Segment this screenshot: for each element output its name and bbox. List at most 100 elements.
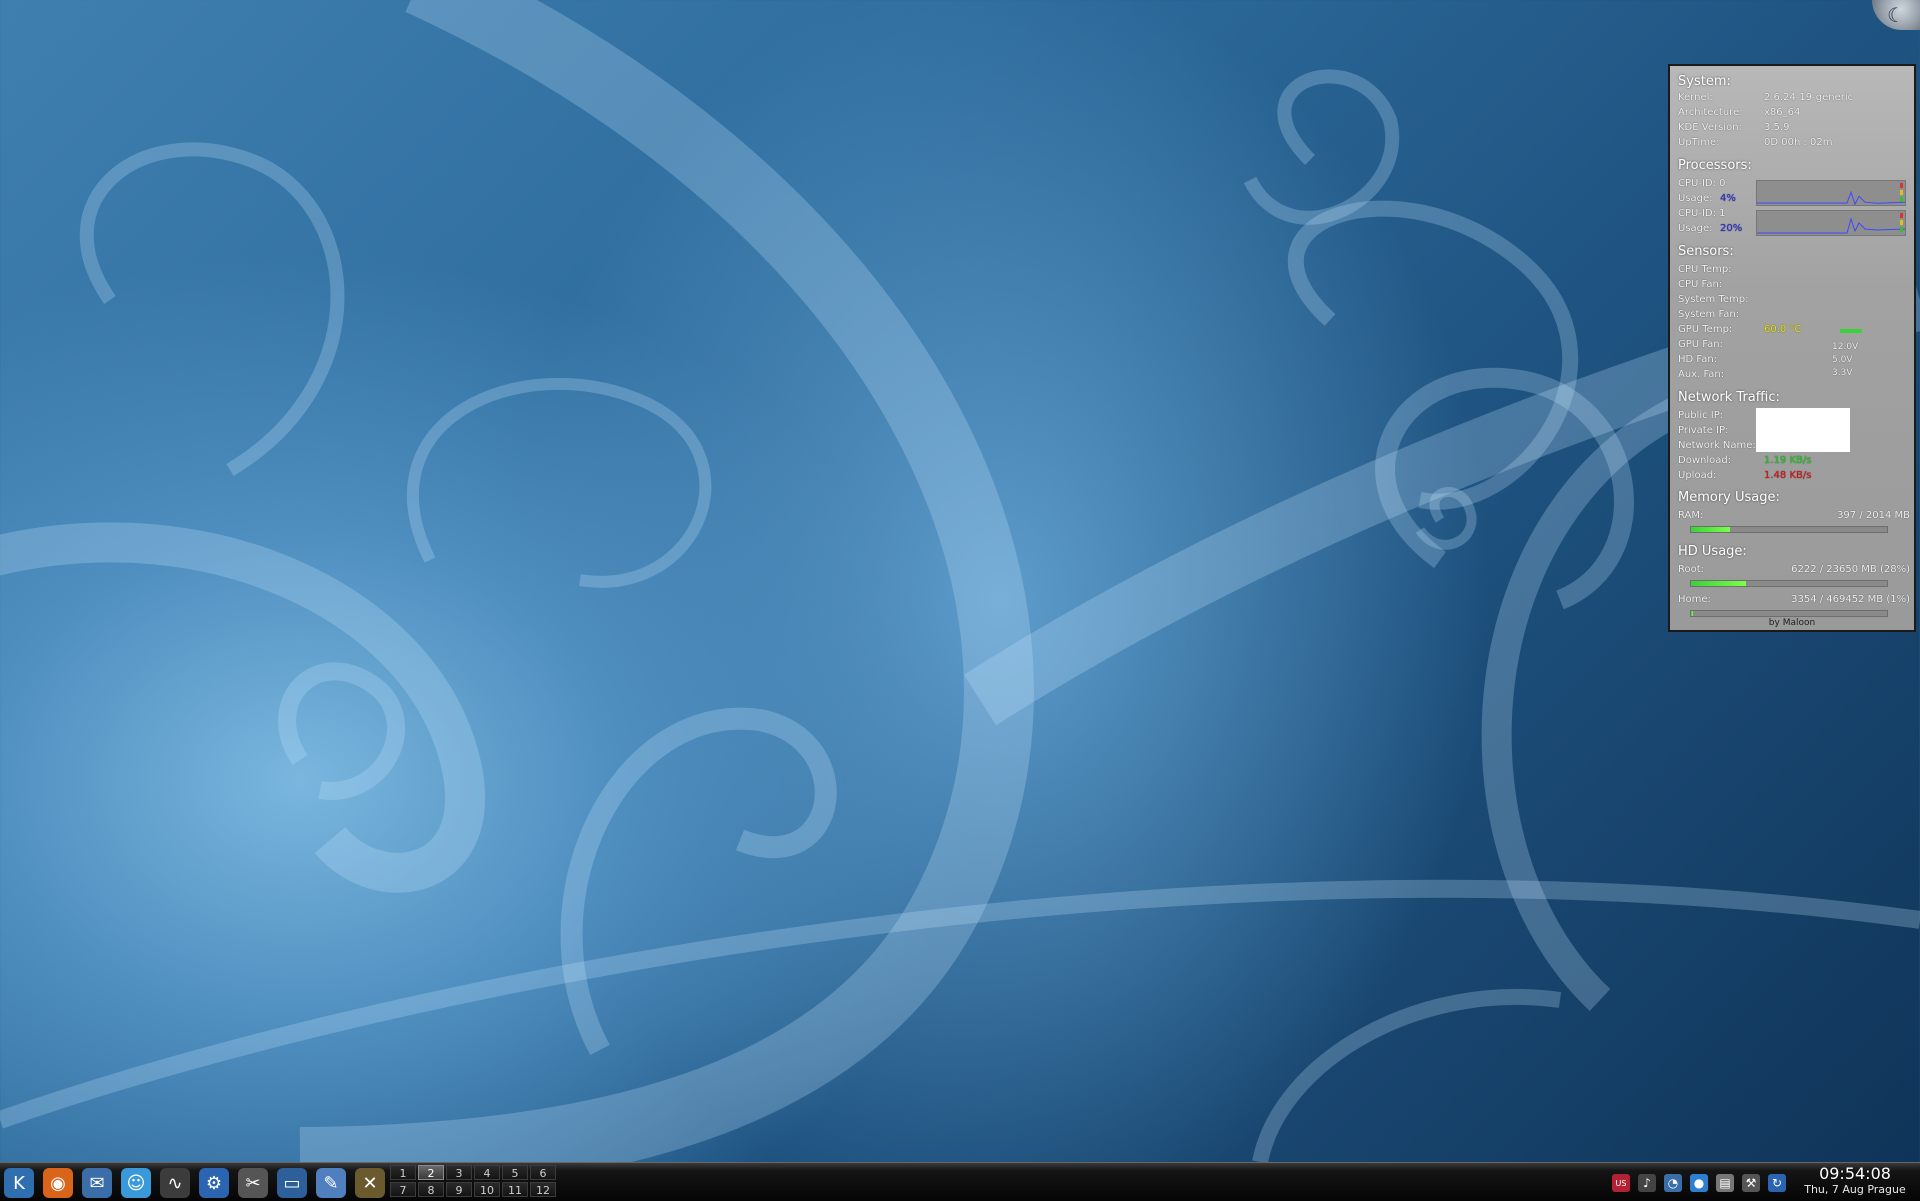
sensor-label: GPU Fan: [1678,339,1723,350]
home-usage-fill [1691,611,1693,616]
voltage-reading: 12.0V [1832,342,1859,352]
pager-desktop-11[interactable]: 11 [502,1182,528,1197]
ram-usage-bar [1690,526,1888,533]
text-editor-icon[interactable]: ✎ [316,1168,346,1198]
system-row: Architecture: x86_64 [1678,107,1910,121]
system-section-title: System: [1678,74,1731,89]
cpu-usage-graph [1756,210,1906,236]
sensor-label: Aux. Fan: [1678,369,1725,380]
system-row-label: KDE Version: [1678,122,1742,133]
voltage-reading: 3.3V [1832,368,1853,378]
sensor-row: GPU Temp: 60.0 °C [1678,324,1910,338]
pager-desktop-9[interactable]: 9 [446,1182,472,1197]
pager-desktop-5[interactable]: 5 [502,1165,528,1180]
voltage-reading: 5.0V [1832,355,1853,365]
network-label: Download: [1678,455,1732,466]
pager-desktop-4[interactable]: 4 [474,1165,500,1180]
network-label: Public IP: [1678,410,1724,421]
kopete-tray-icon[interactable]: ● [1690,1174,1708,1192]
clock-date[interactable]: Thu, 7 Aug Prague [1790,1183,1920,1196]
pager-desktop-3[interactable]: 3 [446,1165,472,1180]
firefox-icon[interactable]: ◉ [43,1168,73,1198]
kopete-icon[interactable]: ☺ [121,1168,151,1198]
home-row: Home: 3354 / 469452 MB (1%) [1678,594,1910,608]
konqueror-icon[interactable]: ⚙ [199,1168,229,1198]
system-row-label: Kernel: [1678,92,1713,103]
processors-section-title: Processors: [1678,158,1752,173]
us-flag-icon[interactable]: US [1612,1174,1630,1192]
video-editor-icon[interactable]: ✂ [238,1168,268,1198]
cpu-level-led [1900,197,1903,202]
sensor-label: CPU Temp: [1678,264,1732,275]
home-usage-bar [1690,610,1888,617]
hd-section-title: HD Usage: [1678,544,1747,559]
root-value: 6222 / 23650 MB (28%) [1791,564,1910,575]
sensor-row: Aux. Fan: [1678,369,1910,383]
ram-value: 397 / 2014 MB [1837,510,1910,521]
ksysguard-icon[interactable]: ∿ [160,1168,190,1198]
network-row: Upload: 1.48 KB/s [1678,470,1910,484]
pager-desktop-2[interactable]: 2 [418,1165,444,1180]
system-row-label: UpTime: [1678,137,1720,148]
ram-row: RAM: 397 / 2014 MB [1678,510,1910,524]
sysmon-credit: by Maloon [1768,618,1816,628]
volume-icon[interactable]: ♪ [1638,1174,1656,1192]
cpu-level-led [1900,213,1903,218]
home-value: 3354 / 469452 MB (1%) [1791,594,1910,605]
desktop-icon[interactable]: ▭ [277,1168,307,1198]
clipboard-icon[interactable]: ▤ [1716,1174,1734,1192]
root-row: Root: 6222 / 23650 MB (28%) [1678,564,1910,578]
network-icon[interactable]: ◔ [1664,1174,1682,1192]
cpu-usage-label: Usage: [1678,193,1713,204]
sensor-row: HD Fan: [1678,354,1910,368]
kde-panel: K ◉ ✉ ☺ ∿ ⚙ ✂ ▭ ✎ ✕ 1 2 3 4 5 6 7 8 9 10 11 12 US ♪ ◔ ● ▤ ⚒ ↻ [0,1162,1920,1201]
tools-icon[interactable]: ⚒ [1742,1174,1760,1192]
sensor-label: GPU Temp: [1678,324,1733,335]
network-value: 1.48 KB/s [1764,470,1812,481]
system-row: Kernel: 2.6.24-19-generic [1678,92,1910,106]
sensor-label: HD Fan: [1678,354,1718,365]
pager-desktop-7[interactable]: 7 [390,1182,416,1197]
system-row-value: 3.5.9 [1764,122,1790,133]
sensor-label: System Fan: [1678,309,1740,320]
system-row-value: 2.6.24-19-generic [1764,92,1854,103]
cpu-level-led [1900,183,1903,188]
cpu-graph-line [1757,190,1906,206]
pager-desktop-12[interactable]: 12 [530,1182,556,1197]
pager-desktop-10[interactable]: 10 [474,1182,500,1197]
network-label: Private IP: [1678,425,1729,436]
update-icon[interactable]: ↻ [1768,1174,1786,1192]
system-monitor-widget: System: Kernel: 2.6.24-19-generic Architec… [1668,64,1916,632]
sensor-value: 60.0 °C [1764,324,1802,335]
cpu-level-led [1900,190,1903,195]
root-label: Root: [1678,564,1705,575]
gpu-temp-bar [1840,329,1862,333]
desktop-pager: 1 2 3 4 5 6 7 8 9 10 11 12 [390,1165,558,1199]
cpu-usage-value: 20% [1720,223,1743,234]
cpu-usage-value: 4% [1720,193,1736,204]
thunderbird-icon[interactable]: ✉ [82,1168,112,1198]
sensor-label: System Temp: [1678,294,1749,305]
system-row: KDE Version: 3.5.9 [1678,122,1910,136]
ram-label: RAM: [1678,510,1704,521]
cpu-graph-plot [1757,213,1906,234]
terminal-icon[interactable]: ✕ [355,1168,385,1198]
cpu-level-led [1900,227,1903,232]
cpu-usage-graph [1756,180,1906,206]
sensor-row: System Fan: [1678,309,1910,323]
kde-menu-icon[interactable]: K [4,1168,34,1198]
pager-desktop-1[interactable]: 1 [390,1165,416,1180]
network-label: Upload: [1678,470,1717,481]
sensor-label: CPU Fan: [1678,279,1723,290]
cpu-id-label: CPU-ID: 0 [1678,178,1726,189]
ip-redaction-box [1756,408,1850,452]
pager-desktop-8[interactable]: 8 [418,1182,444,1197]
sensor-row: System Temp: [1678,294,1910,308]
root-usage-bar [1690,580,1888,587]
clock-time[interactable]: 09:54:08 [1794,1164,1916,1183]
home-label: Home: [1678,594,1711,605]
cpu-id-label: CPU-ID: 1 [1678,208,1726,219]
pager-desktop-6[interactable]: 6 [530,1165,556,1180]
cpu-usage-label: Usage: [1678,223,1713,234]
desktop-wallpaper [0,0,1920,1162]
